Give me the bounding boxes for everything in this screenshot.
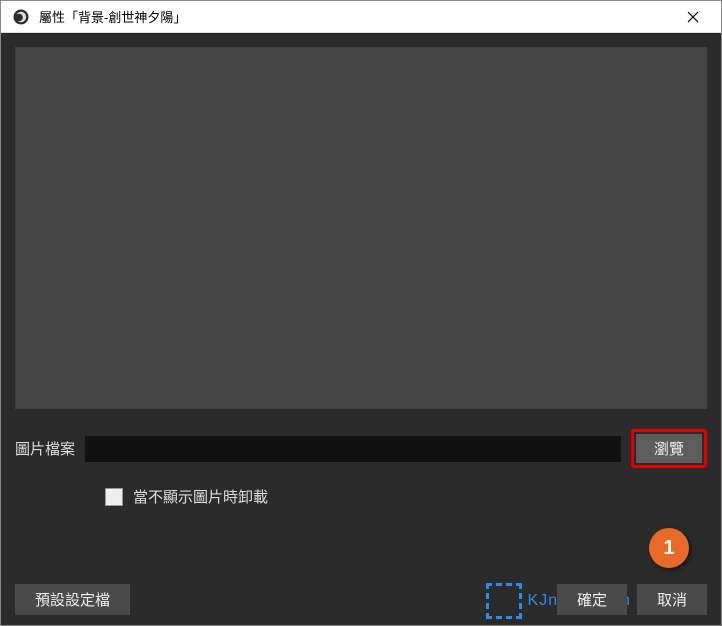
- cancel-button[interactable]: 取消: [637, 584, 707, 615]
- ok-button[interactable]: 確定: [557, 584, 627, 615]
- unload-checkbox[interactable]: [105, 488, 123, 506]
- content-area: 圖片檔案 瀏覽 當不顯示圖片時卸載 1 KJnotes.com 預設設定檔 確定…: [1, 33, 721, 625]
- annotation-number: 1: [663, 537, 674, 560]
- browse-button[interactable]: 瀏覽: [636, 434, 702, 463]
- file-row: 圖片檔案 瀏覽: [15, 429, 707, 468]
- window-title: 屬性「背景-創世神夕陽」: [39, 7, 673, 26]
- file-path-input[interactable]: [85, 436, 621, 462]
- unload-checkbox-label: 當不顯示圖片時卸載: [133, 486, 268, 507]
- footer: 預設設定檔 確定 取消: [15, 584, 707, 615]
- preview-area: [15, 47, 707, 409]
- annotation-marker: 1: [649, 528, 689, 568]
- obs-icon: [11, 7, 31, 27]
- unload-checkbox-row: 當不顯示圖片時卸載: [105, 486, 707, 507]
- titlebar: 屬性「背景-創世神夕陽」: [1, 1, 721, 33]
- file-label: 圖片檔案: [15, 438, 75, 459]
- browse-highlight: 瀏覽: [631, 429, 707, 468]
- defaults-button[interactable]: 預設設定檔: [15, 584, 130, 615]
- close-button[interactable]: [673, 2, 713, 32]
